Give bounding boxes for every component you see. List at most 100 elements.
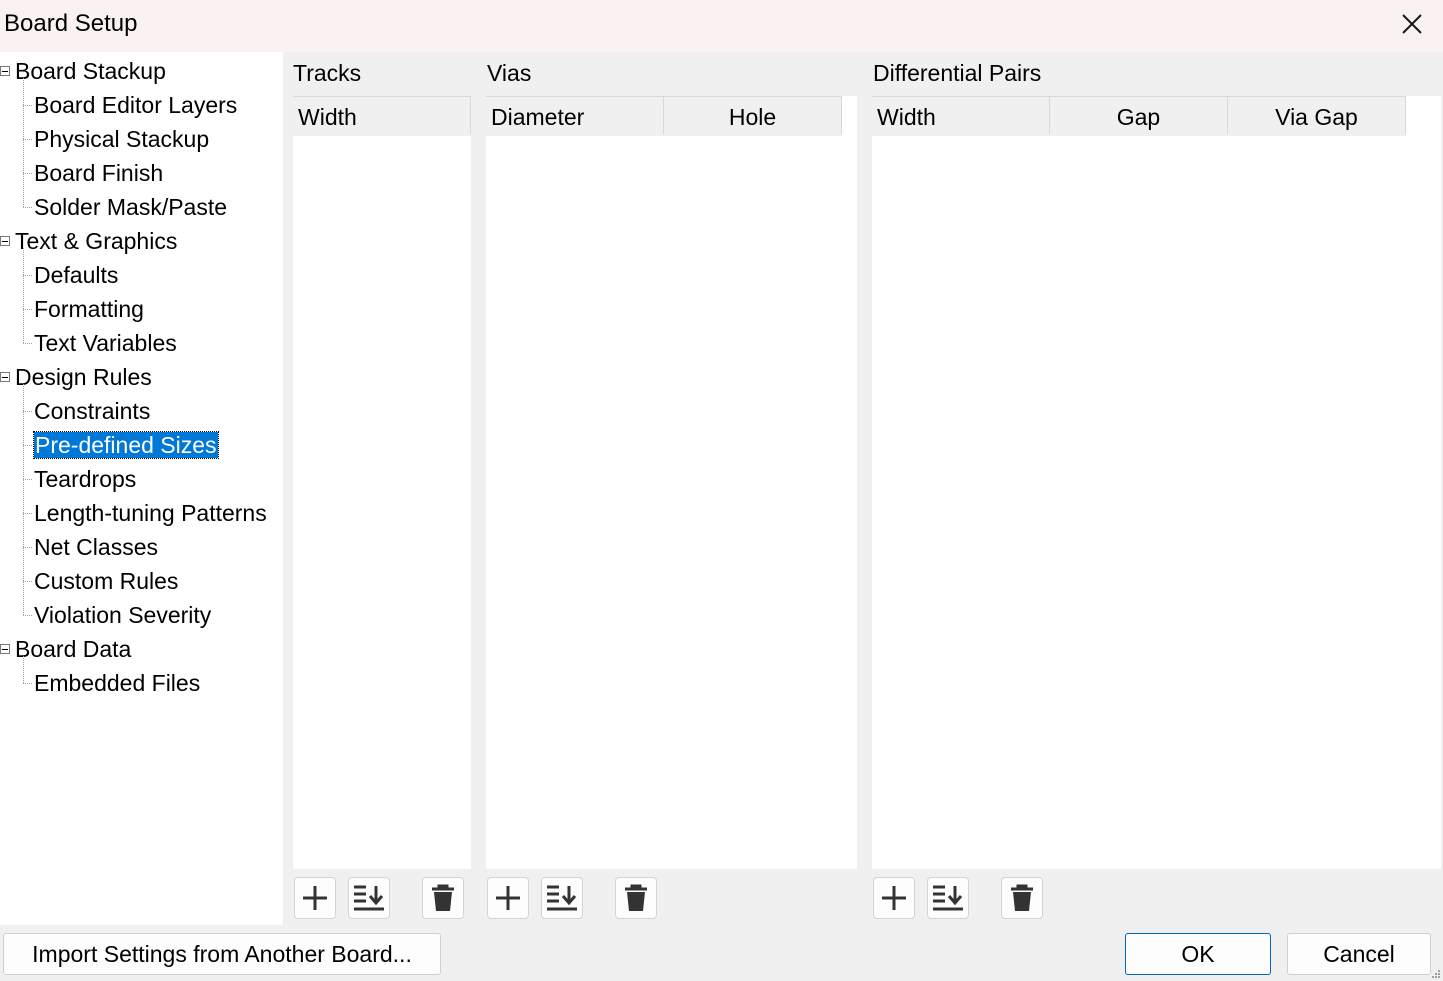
add-icon <box>882 886 906 910</box>
tree-connector <box>23 343 32 344</box>
tree-group-label: Board Data <box>15 636 132 662</box>
tree-item-label: Board Finish <box>34 160 164 186</box>
tree-item-label: Violation Severity <box>34 602 212 628</box>
tree-connector <box>23 139 32 140</box>
diff-pairs-title: Differential Pairs <box>873 60 1042 86</box>
tree-item[interactable]: Solder Mask/Paste <box>34 190 227 224</box>
tracks-grid[interactable]: Width <box>293 96 471 869</box>
tree-connector <box>23 309 32 310</box>
tree-item-label: Solder Mask/Paste <box>34 194 228 220</box>
tree-item[interactable]: Length-tuning Patterns <box>34 496 267 530</box>
tree-connector <box>23 683 32 684</box>
resize-grip-icon[interactable] <box>1431 969 1441 979</box>
tree-item[interactable]: Physical Stackup <box>34 122 209 156</box>
diff-pairs-gap-header[interactable]: Gap <box>1050 96 1228 134</box>
diff-pairs-sort-button[interactable] <box>927 877 969 919</box>
collapse-icon[interactable] <box>0 236 10 246</box>
sort-icon <box>547 885 577 911</box>
tree-item-label: Embedded Files <box>34 670 201 696</box>
tree-connector <box>23 615 32 616</box>
tree-item-label: Physical Stackup <box>34 126 210 152</box>
tree-item[interactable]: Custom Rules <box>34 564 178 598</box>
tree-item-label: Text Variables <box>34 330 177 356</box>
tree-connector <box>23 384 24 615</box>
diff-pairs-grid[interactable]: Width Gap Via Gap <box>872 96 1441 869</box>
diff-pairs-delete-button[interactable] <box>1001 877 1043 919</box>
vias-sort-button[interactable] <box>541 877 583 919</box>
close-button[interactable] <box>1381 0 1443 48</box>
vias-delete-button[interactable] <box>615 877 657 919</box>
vias-add-button[interactable] <box>487 877 529 919</box>
title-bar: Board Setup <box>0 0 1443 52</box>
tree-item-label: Pre-defined Sizes <box>33 431 219 459</box>
tree-item-label: Custom Rules <box>34 568 179 594</box>
add-icon <box>303 886 327 910</box>
tree-group-label: Text & Graphics <box>15 228 178 254</box>
collapse-icon[interactable] <box>0 644 10 654</box>
tree-item-label: Net Classes <box>34 534 158 560</box>
tree-connector <box>23 105 32 106</box>
tree-connector <box>23 411 32 412</box>
tree-item[interactable]: Text Variables <box>34 326 177 360</box>
tree-item[interactable]: Defaults <box>34 258 118 292</box>
tree-item-label: Defaults <box>34 262 119 288</box>
close-icon <box>1402 14 1422 34</box>
diff-pairs-via-gap-header[interactable]: Via Gap <box>1228 96 1406 134</box>
vias-diameter-header[interactable]: Diameter <box>486 96 664 134</box>
tree-item[interactable]: Teardrops <box>34 462 136 496</box>
tree-connector <box>23 275 32 276</box>
tree-connector <box>23 207 32 208</box>
sort-icon <box>354 885 384 911</box>
sort-icon <box>933 885 963 911</box>
diff-pairs-width-header[interactable]: Width <box>872 96 1050 134</box>
tree-connector <box>23 445 32 446</box>
tree-item[interactable]: Board Editor Layers <box>34 88 237 122</box>
settings-tree: Board Stackup Board Editor Layers Physical… <box>0 52 283 925</box>
tree-connector <box>23 78 24 207</box>
tracks-width-header[interactable]: Width <box>293 96 471 134</box>
ok-button[interactable]: OK <box>1125 933 1271 975</box>
tree-item[interactable]: Embedded Files <box>34 666 200 700</box>
tree-item[interactable]: Pre-defined Sizes <box>33 428 219 462</box>
tree-group[interactable]: Board Stackup <box>15 54 166 88</box>
window-title: Board Setup <box>4 10 138 37</box>
tree-connector <box>23 513 32 514</box>
vias-title: Vias <box>487 60 532 86</box>
diff-pairs-add-button[interactable] <box>873 877 915 919</box>
vias-grid[interactable]: Diameter Hole <box>486 96 857 869</box>
delete-icon <box>1011 884 1033 911</box>
tracks-delete-button[interactable] <box>422 877 464 919</box>
tree-group-label: Board Stackup <box>15 58 166 84</box>
delete-icon <box>625 884 647 911</box>
tree-item[interactable]: Board Finish <box>34 156 163 190</box>
tree-item-label: Board Editor Layers <box>34 92 238 118</box>
tree-group-label: Design Rules <box>15 364 152 390</box>
collapse-icon[interactable] <box>0 66 10 76</box>
tree-item[interactable]: Net Classes <box>34 530 158 564</box>
tree-connector <box>23 547 32 548</box>
vias-hole-header[interactable]: Hole <box>664 96 842 134</box>
import-settings-button[interactable]: Import Settings from Another Board... <box>3 933 441 975</box>
collapse-icon[interactable] <box>0 372 10 382</box>
tree-group[interactable]: Design Rules <box>15 360 152 394</box>
tree-connector <box>23 248 24 343</box>
tracks-sort-button[interactable] <box>348 877 390 919</box>
tree-item[interactable]: Constraints <box>34 394 150 428</box>
tracks-title: Tracks <box>293 60 362 86</box>
tree-item-label: Length-tuning Patterns <box>34 500 267 526</box>
tree-group[interactable]: Board Data <box>15 632 131 666</box>
tree-connector <box>23 173 32 174</box>
add-icon <box>496 886 520 910</box>
delete-icon <box>432 884 454 911</box>
tree-item[interactable]: Violation Severity <box>34 598 211 632</box>
tree-item-label: Formatting <box>34 296 144 322</box>
tree-connector <box>23 581 32 582</box>
tree-item-label: Constraints <box>34 398 151 424</box>
tree-connector <box>23 656 24 683</box>
tree-connector <box>23 479 32 480</box>
tracks-add-button[interactable] <box>294 877 336 919</box>
tree-item[interactable]: Formatting <box>34 292 144 326</box>
tree-group[interactable]: Text & Graphics <box>15 224 177 258</box>
tree-item-label: Teardrops <box>34 466 137 492</box>
cancel-button[interactable]: Cancel <box>1287 933 1431 975</box>
